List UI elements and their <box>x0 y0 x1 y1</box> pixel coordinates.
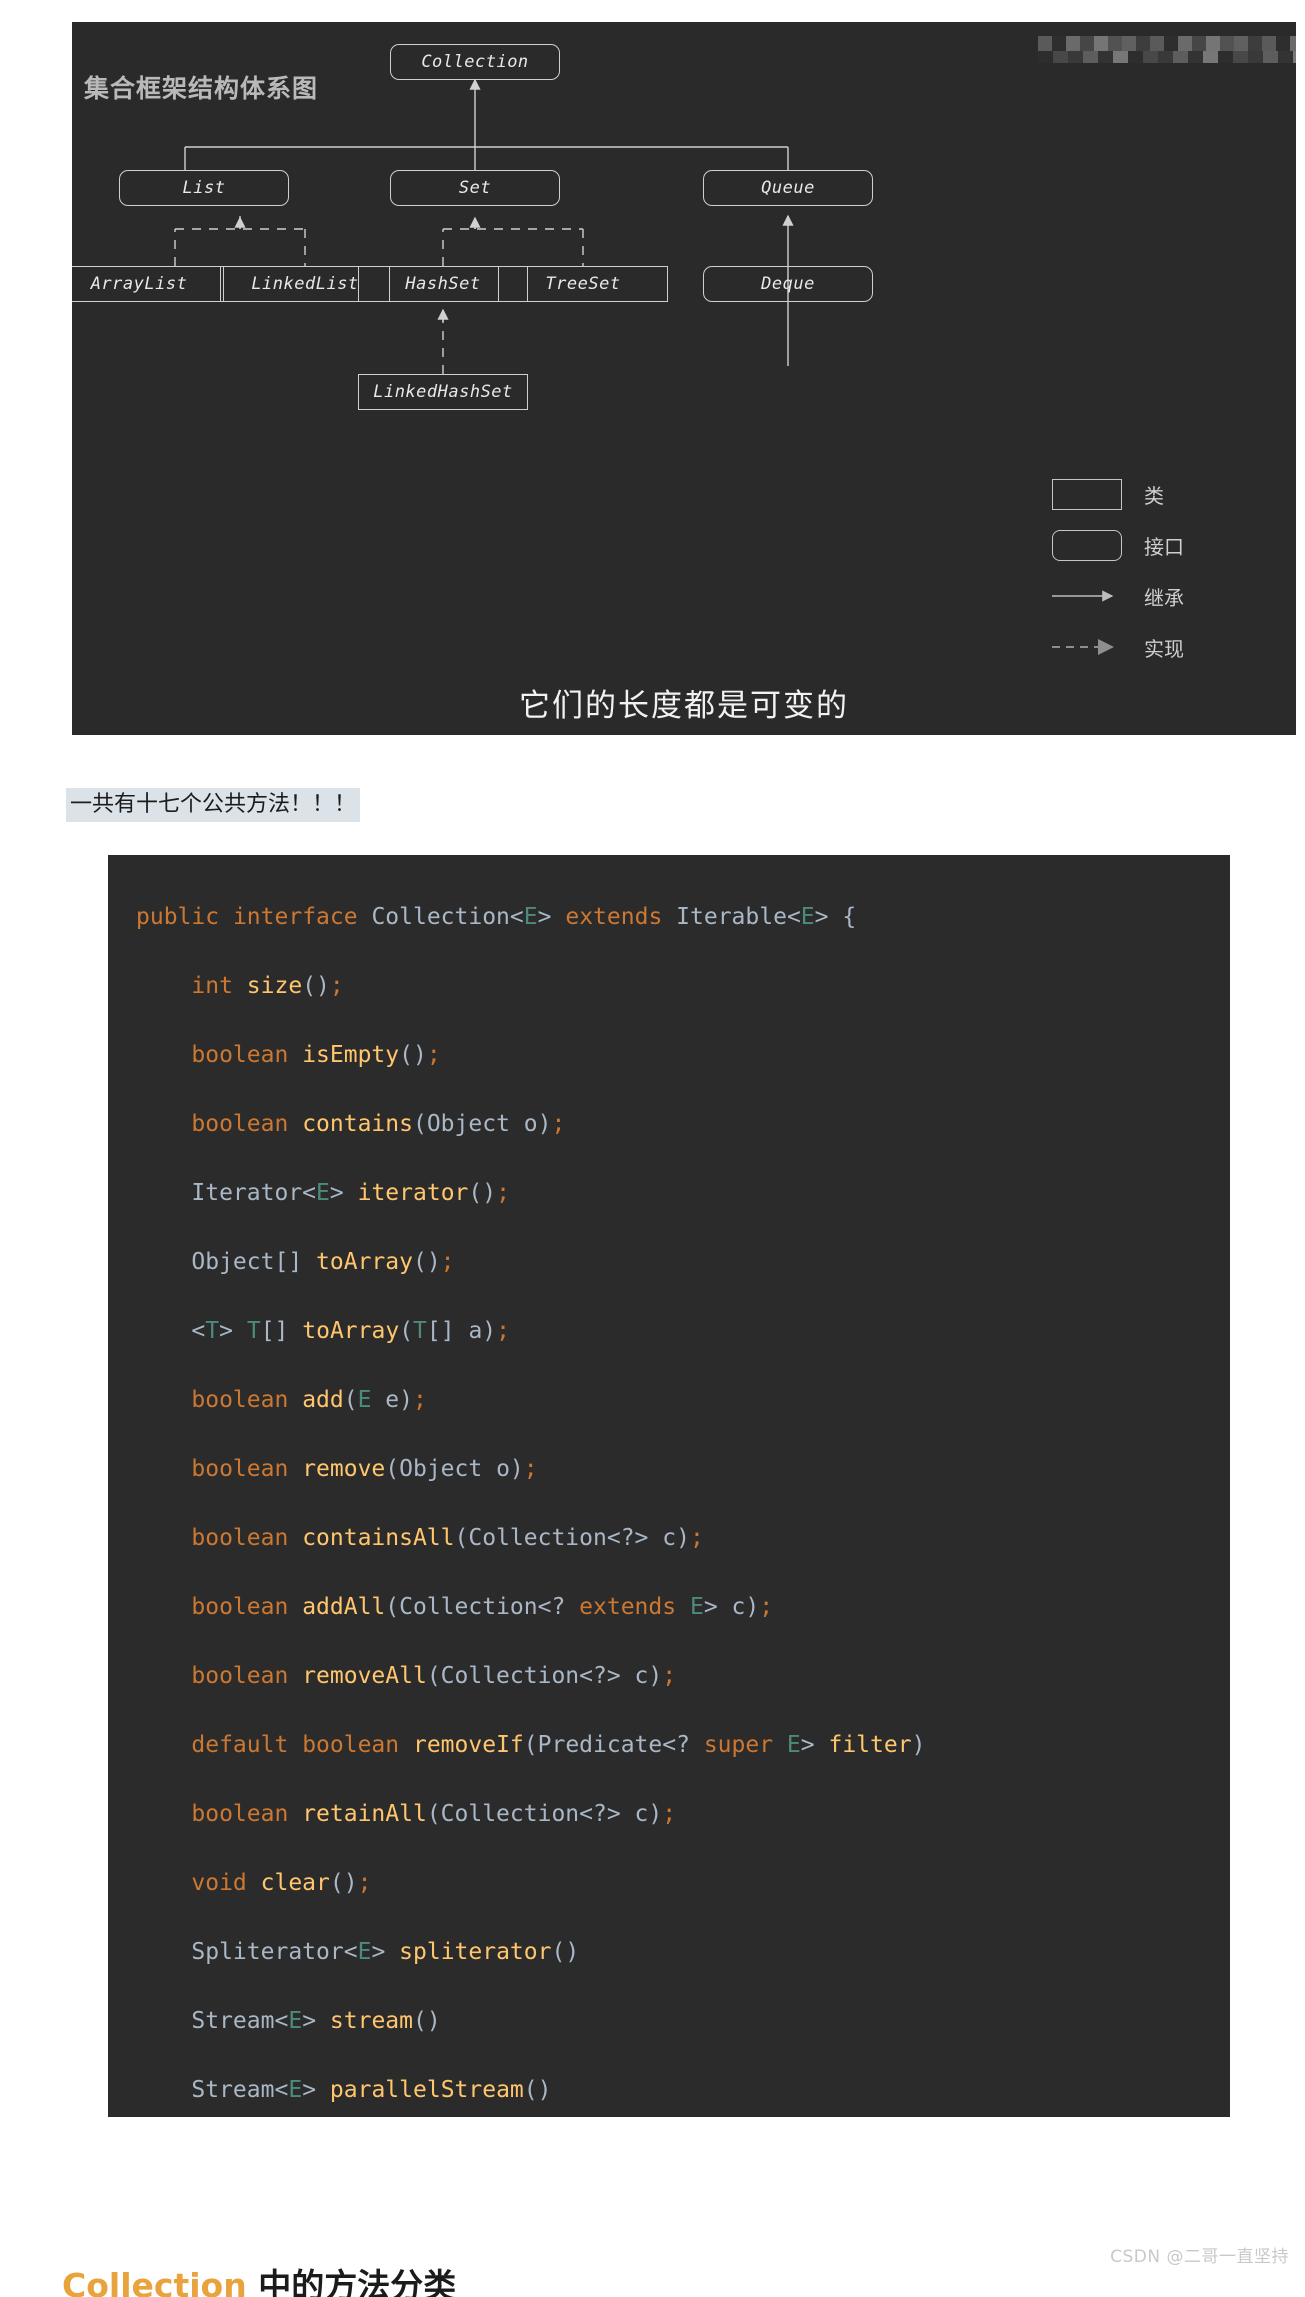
node-list[interactable]: List <box>119 170 289 206</box>
node-collection[interactable]: Collection <box>390 44 560 80</box>
node-queue[interactable]: Queue <box>703 170 873 206</box>
node-treeset[interactable]: TreeSet <box>498 266 668 302</box>
legend-label: 接口 <box>1144 534 1184 559</box>
code-line: boolean contains(Object o); <box>191 1111 566 1137</box>
note-text: 一共有十七个公共方法！！！ <box>66 788 361 822</box>
node-label: Collection <box>421 52 529 72</box>
code-line: Object[] toArray(); <box>191 1249 455 1275</box>
legend-item-interface: 接口 <box>1052 523 1272 567</box>
legend-label: 实现 <box>1144 636 1184 661</box>
diagram-legend: 类 接口 继承 实现 <box>1052 472 1272 676</box>
class-box-swatch <box>1052 478 1122 510</box>
legend-item-inheritance: 继承 <box>1052 574 1272 618</box>
section-heading-suffix: 中的方法分类 <box>246 2266 457 2297</box>
code-line: boolean retainAll(Collection<?> c); <box>191 1801 677 1827</box>
node-label: LinkedList <box>251 274 359 294</box>
highlighted-note: 一共有十七个公共方法！！！ <box>66 788 361 822</box>
node-label: LinkedHashSet <box>373 382 513 402</box>
code-line: Spliterator<E> spliterator() <box>191 1939 580 1965</box>
code-line: boolean isEmpty(); <box>191 1042 441 1068</box>
code-line: public interface Collection<E> extends I… <box>136 904 857 930</box>
interface-box-swatch <box>1052 529 1122 561</box>
legend-label: 继承 <box>1144 585 1184 610</box>
node-label: Deque <box>761 274 815 294</box>
code-line: int size(); <box>191 973 344 999</box>
code-line: boolean remove(Object o); <box>191 1456 538 1482</box>
code-line: void clear(); <box>191 1870 372 1896</box>
diagram-caption: 它们的长度都是可变的 <box>519 688 849 724</box>
code-line: Stream<E> stream() <box>191 2008 441 2034</box>
collection-framework-diagram: 集合框架结构体系图 Collection List Set Queue Arra… <box>72 22 1296 735</box>
code-line: boolean removeAll(Collection<?> c); <box>191 1663 677 1689</box>
code-line: boolean addAll(Collection<? extends E> c… <box>191 1594 774 1620</box>
node-label: ArrayList <box>90 274 188 294</box>
csdn-watermark: CSDN @二哥一直坚持 <box>1110 2247 1289 2267</box>
node-set[interactable]: Set <box>390 170 560 206</box>
node-label: TreeSet <box>545 274 621 294</box>
article-page: 集合框架结构体系图 Collection List Set Queue Arra… <box>0 0 1305 2297</box>
dashed-arrow-icon <box>1052 638 1122 656</box>
code-content: public interface Collection<E> extends I… <box>108 883 1230 2117</box>
node-arraylist[interactable]: ArrayList <box>72 266 224 302</box>
node-label: HashSet <box>405 274 481 294</box>
section-heading-prefix: Collection <box>62 2266 247 2297</box>
code-line: boolean add(E e); <box>191 1387 427 1413</box>
legend-item-realization: 实现 <box>1052 625 1272 669</box>
node-label: Set <box>458 178 492 198</box>
code-line: <T> T[] toArray(T[] a); <box>191 1318 511 1344</box>
node-label: Queue <box>761 178 815 198</box>
java-code-block[interactable]: public interface Collection<E> extends I… <box>108 855 1230 2117</box>
node-deque[interactable]: Deque <box>703 266 873 302</box>
node-label: List <box>182 178 226 198</box>
solid-arrow-icon <box>1052 587 1122 605</box>
section-heading: Collection 中的方法分类 <box>62 2259 456 2297</box>
code-line: Iterator<E> iterator(); <box>191 1180 510 1206</box>
code-line: default boolean removeIf(Predicate<? sup… <box>191 1732 926 1758</box>
node-linkedhashset[interactable]: LinkedHashSet <box>358 374 528 410</box>
legend-item-class: 类 <box>1052 472 1272 516</box>
code-line: boolean containsAll(Collection<?> c); <box>191 1525 704 1551</box>
code-line: Stream<E> parallelStream() <box>191 2077 552 2103</box>
legend-label: 类 <box>1144 483 1164 508</box>
